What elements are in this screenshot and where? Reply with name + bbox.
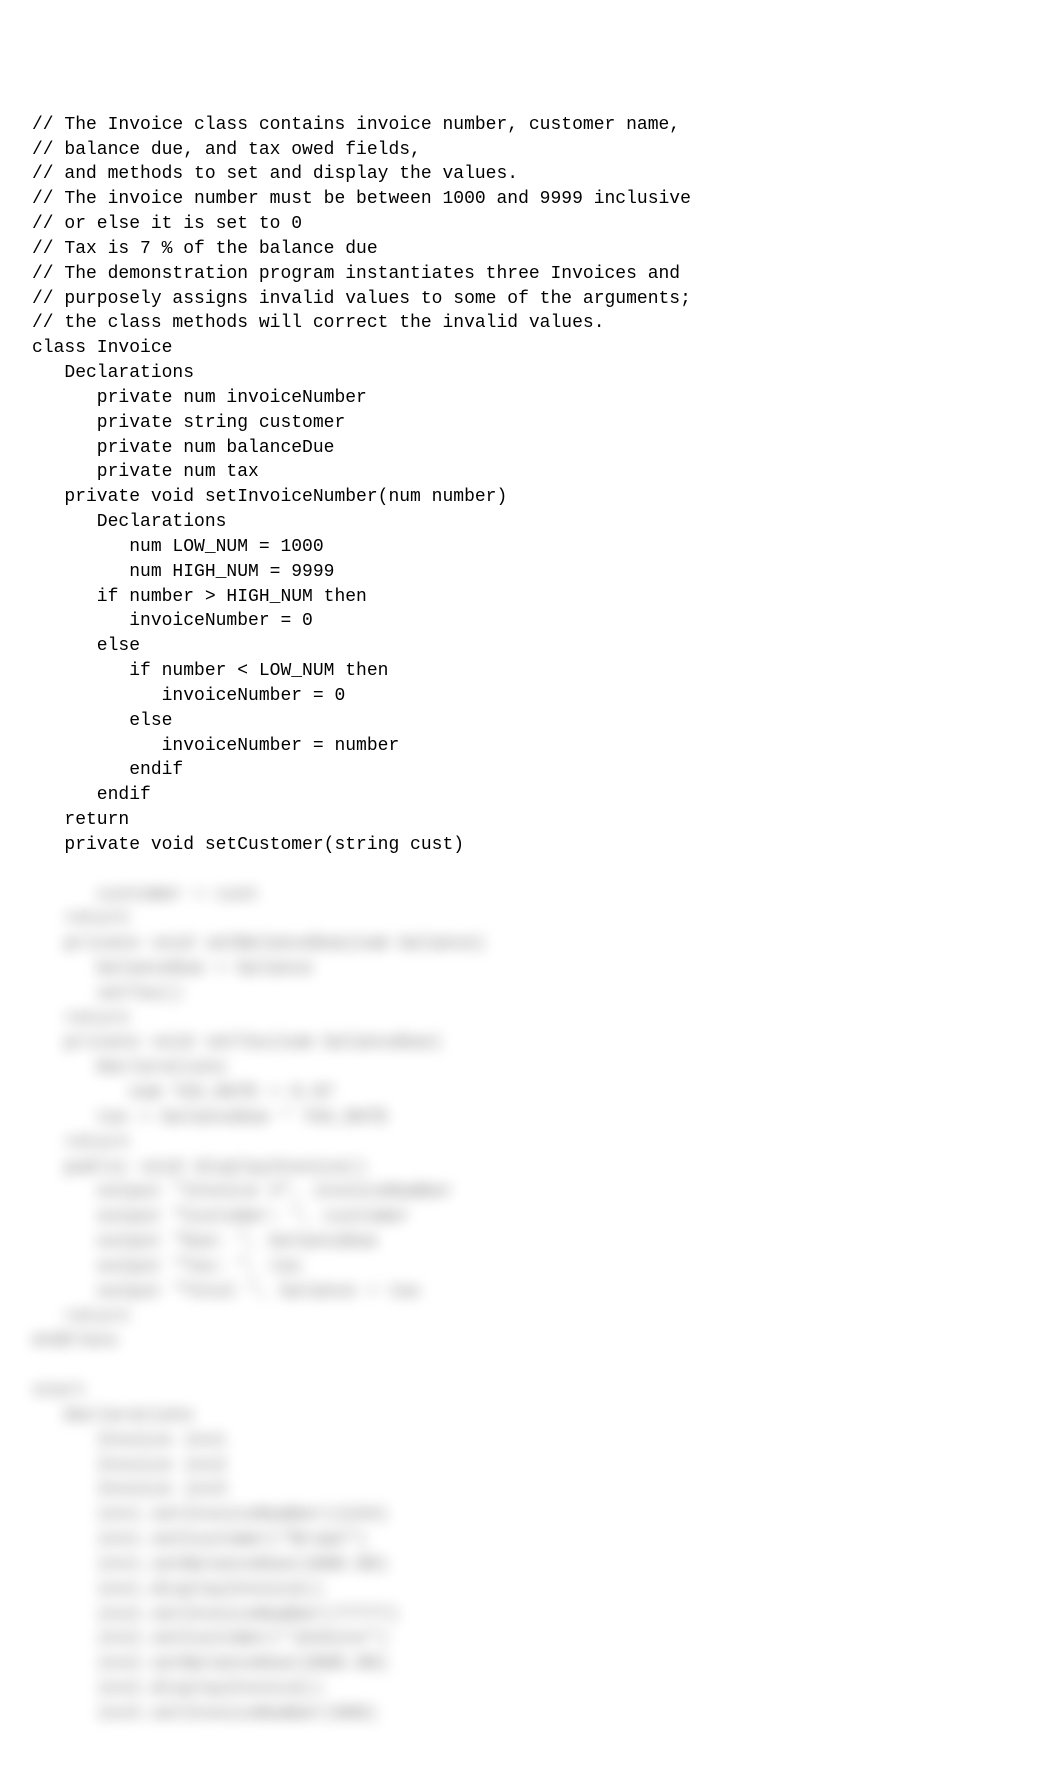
code-page: // The Invoice class contains invoice nu… bbox=[0, 0, 1062, 1791]
code-clear-block: // The Invoice class contains invoice nu… bbox=[32, 113, 1030, 858]
code-blurred-block: customer = cust return private void setB… bbox=[32, 883, 1030, 1727]
